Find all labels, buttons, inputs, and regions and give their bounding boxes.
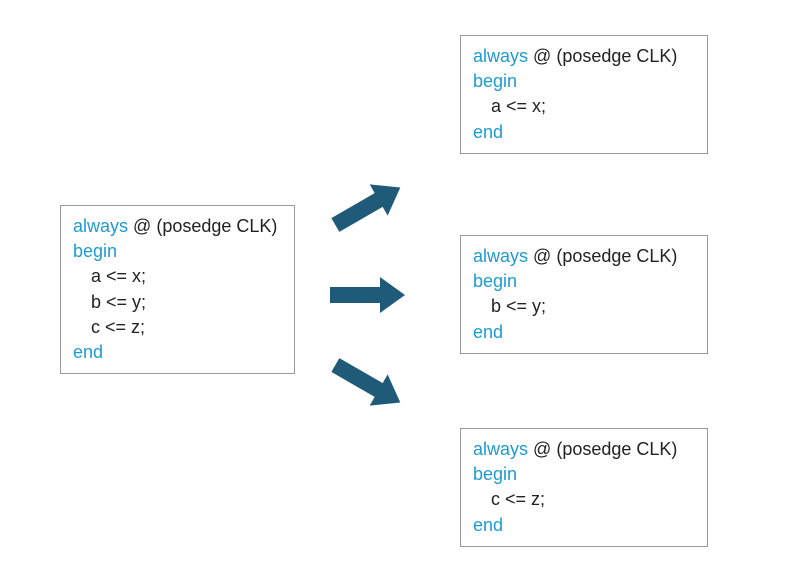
at-symbol: @ — [533, 246, 551, 266]
keyword-always: always — [473, 246, 528, 266]
at-symbol: @ — [533, 439, 551, 459]
code-line: always @ (posedge CLK) — [473, 44, 695, 69]
keyword-end: end — [473, 513, 695, 538]
sensitivity-list: (posedge CLK) — [556, 439, 677, 459]
code-statement: a <= x; — [491, 94, 695, 119]
keyword-end: end — [473, 320, 695, 345]
keyword-always: always — [473, 46, 528, 66]
code-block-result: always @ (posedge CLK) begin b <= y; end — [460, 235, 708, 354]
code-block-result: always @ (posedge CLK) begin c <= z; end — [460, 428, 708, 547]
keyword-begin: begin — [473, 462, 695, 487]
sensitivity-list: (posedge CLK) — [556, 46, 677, 66]
code-line: always @ (posedge CLK) — [73, 214, 282, 239]
code-block-result: always @ (posedge CLK) begin a <= x; end — [460, 35, 708, 154]
keyword-always: always — [473, 439, 528, 459]
code-line: always @ (posedge CLK) — [473, 437, 695, 462]
code-statement: a <= x; — [91, 264, 282, 289]
arrow-up-right-icon — [325, 175, 415, 215]
keyword-begin: begin — [73, 239, 282, 264]
keyword-end: end — [473, 120, 695, 145]
code-statement: c <= z; — [91, 315, 282, 340]
code-line: always @ (posedge CLK) — [473, 244, 695, 269]
keyword-begin: begin — [473, 269, 695, 294]
at-symbol: @ — [133, 216, 151, 236]
sensitivity-list: (posedge CLK) — [556, 246, 677, 266]
keyword-begin: begin — [473, 69, 695, 94]
code-block-source: always @ (posedge CLK) begin a <= x; b <… — [60, 205, 295, 374]
code-statement: b <= y; — [91, 290, 282, 315]
at-symbol: @ — [533, 46, 551, 66]
arrow-down-right-icon — [325, 355, 415, 395]
code-statement: c <= z; — [491, 487, 695, 512]
sensitivity-list: (posedge CLK) — [156, 216, 277, 236]
keyword-end: end — [73, 340, 282, 365]
keyword-always: always — [73, 216, 128, 236]
code-statement: b <= y; — [491, 294, 695, 319]
arrow-right-icon — [325, 275, 415, 315]
